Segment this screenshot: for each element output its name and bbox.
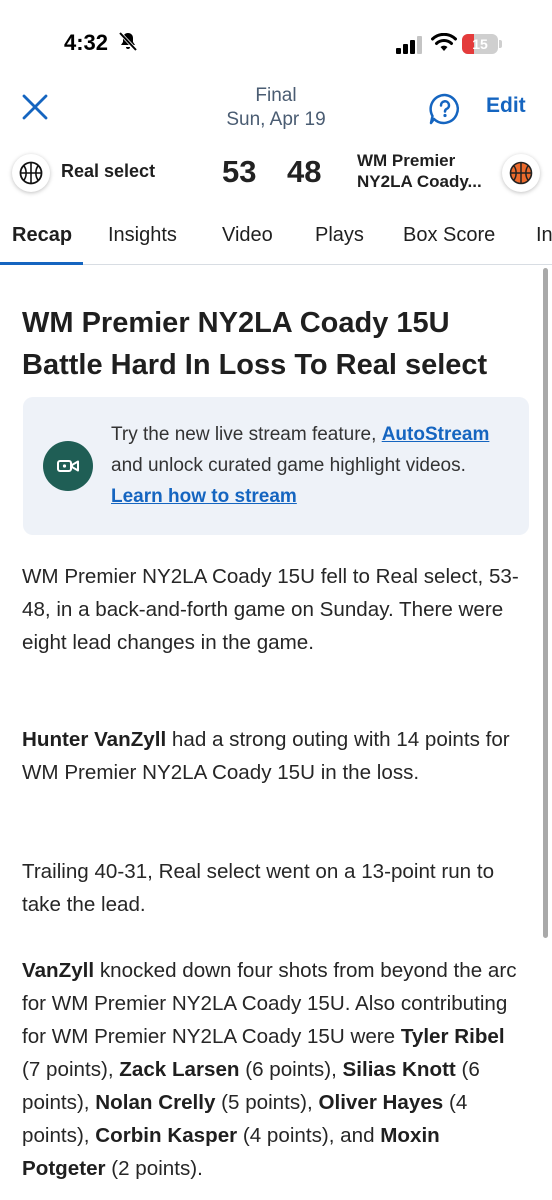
player-name: Corbin Kasper: [95, 1124, 238, 1147]
promo-text-2: and unlock curated game highlight videos…: [111, 455, 466, 476]
tab-recap[interactable]: Recap: [12, 224, 72, 247]
battery-icon: 15: [462, 34, 504, 54]
home-team-name[interactable]: Real select: [61, 161, 155, 182]
paragraph-text: (6 points),: [239, 1058, 343, 1081]
paragraph-text: (4 points), and: [237, 1124, 381, 1147]
recap-paragraph-2: Hunter VanZyll had a strong outing with …: [22, 723, 527, 789]
promo-text: Try the new live stream feature, AutoStr…: [111, 419, 506, 512]
learn-how-to-stream-link[interactable]: Learn how to stream: [111, 486, 297, 507]
paragraph-text: (7 points),: [22, 1058, 120, 1081]
player-name: Oliver Hayes: [318, 1091, 444, 1114]
game-date: Sun, Apr 19: [226, 109, 326, 130]
tab-bar: Recap Insights Video Plays Box Score In: [0, 212, 552, 265]
away-team-score: 48: [287, 154, 322, 189]
wifi-icon: [431, 33, 457, 51]
promo-text-1: Try the new live stream feature,: [111, 424, 382, 445]
paragraph-text: (2 points).: [105, 1157, 203, 1180]
active-tab-indicator: [0, 262, 83, 265]
player-name: Hunter VanZyll: [22, 728, 167, 751]
help-icon[interactable]: [428, 92, 462, 126]
cellular-signal-icon: [396, 36, 422, 54]
player-name: Silias Knott: [342, 1058, 456, 1081]
game-status-label: Final: [255, 85, 297, 106]
battery-level: 15: [472, 36, 488, 52]
player-name: Tyler Ribel: [400, 1025, 505, 1048]
home-team-logo[interactable]: [12, 154, 50, 192]
tab-plays[interactable]: Plays: [315, 224, 364, 247]
tab-box-score[interactable]: Box Score: [403, 224, 495, 247]
away-team-name[interactable]: WM Premier NY2LA Coady...: [357, 150, 493, 192]
recap-paragraph-4: VanZyll knocked down four shots from bey…: [22, 954, 527, 1185]
player-name: VanZyll: [22, 959, 95, 982]
basketball-icon: [509, 161, 533, 185]
recap-paragraph-3: Trailing 40-31, Real select went on a 13…: [22, 860, 495, 916]
home-team-score: 53: [222, 154, 257, 189]
autostream-link[interactable]: AutoStream: [382, 424, 490, 445]
status-bar: 4:32 15: [0, 0, 552, 80]
player-name: Zack Larsen: [119, 1058, 240, 1081]
status-time: 4:32: [64, 30, 109, 55]
tab-video[interactable]: Video: [222, 224, 273, 247]
bell-slash-icon: [118, 31, 138, 52]
recap-paragraph-1: WM Premier NY2LA Coady 15U fell to Real …: [22, 565, 519, 654]
tab-insights[interactable]: Insights: [108, 224, 177, 247]
away-team-name-line2: NY2LA Coady...: [357, 172, 482, 191]
close-icon[interactable]: [20, 92, 50, 122]
edit-button[interactable]: Edit: [486, 94, 526, 118]
tab-insights-overflow[interactable]: In: [536, 224, 552, 247]
away-team-name-line1: WM Premier: [357, 151, 456, 170]
paragraph-text: (5 points),: [215, 1091, 319, 1114]
video-camera-icon: [43, 441, 93, 491]
away-team-logo[interactable]: [502, 154, 540, 192]
article-headline: WM Premier NY2LA Coady 15U Battle Hard I…: [22, 307, 488, 381]
scrollbar[interactable]: [543, 268, 548, 938]
basketball-icon: [19, 161, 43, 185]
player-name: Nolan Crelly: [95, 1091, 216, 1114]
autostream-promo-card: Try the new live stream feature, AutoStr…: [23, 397, 529, 535]
game-status: Final Sun, Apr 19: [176, 84, 376, 132]
